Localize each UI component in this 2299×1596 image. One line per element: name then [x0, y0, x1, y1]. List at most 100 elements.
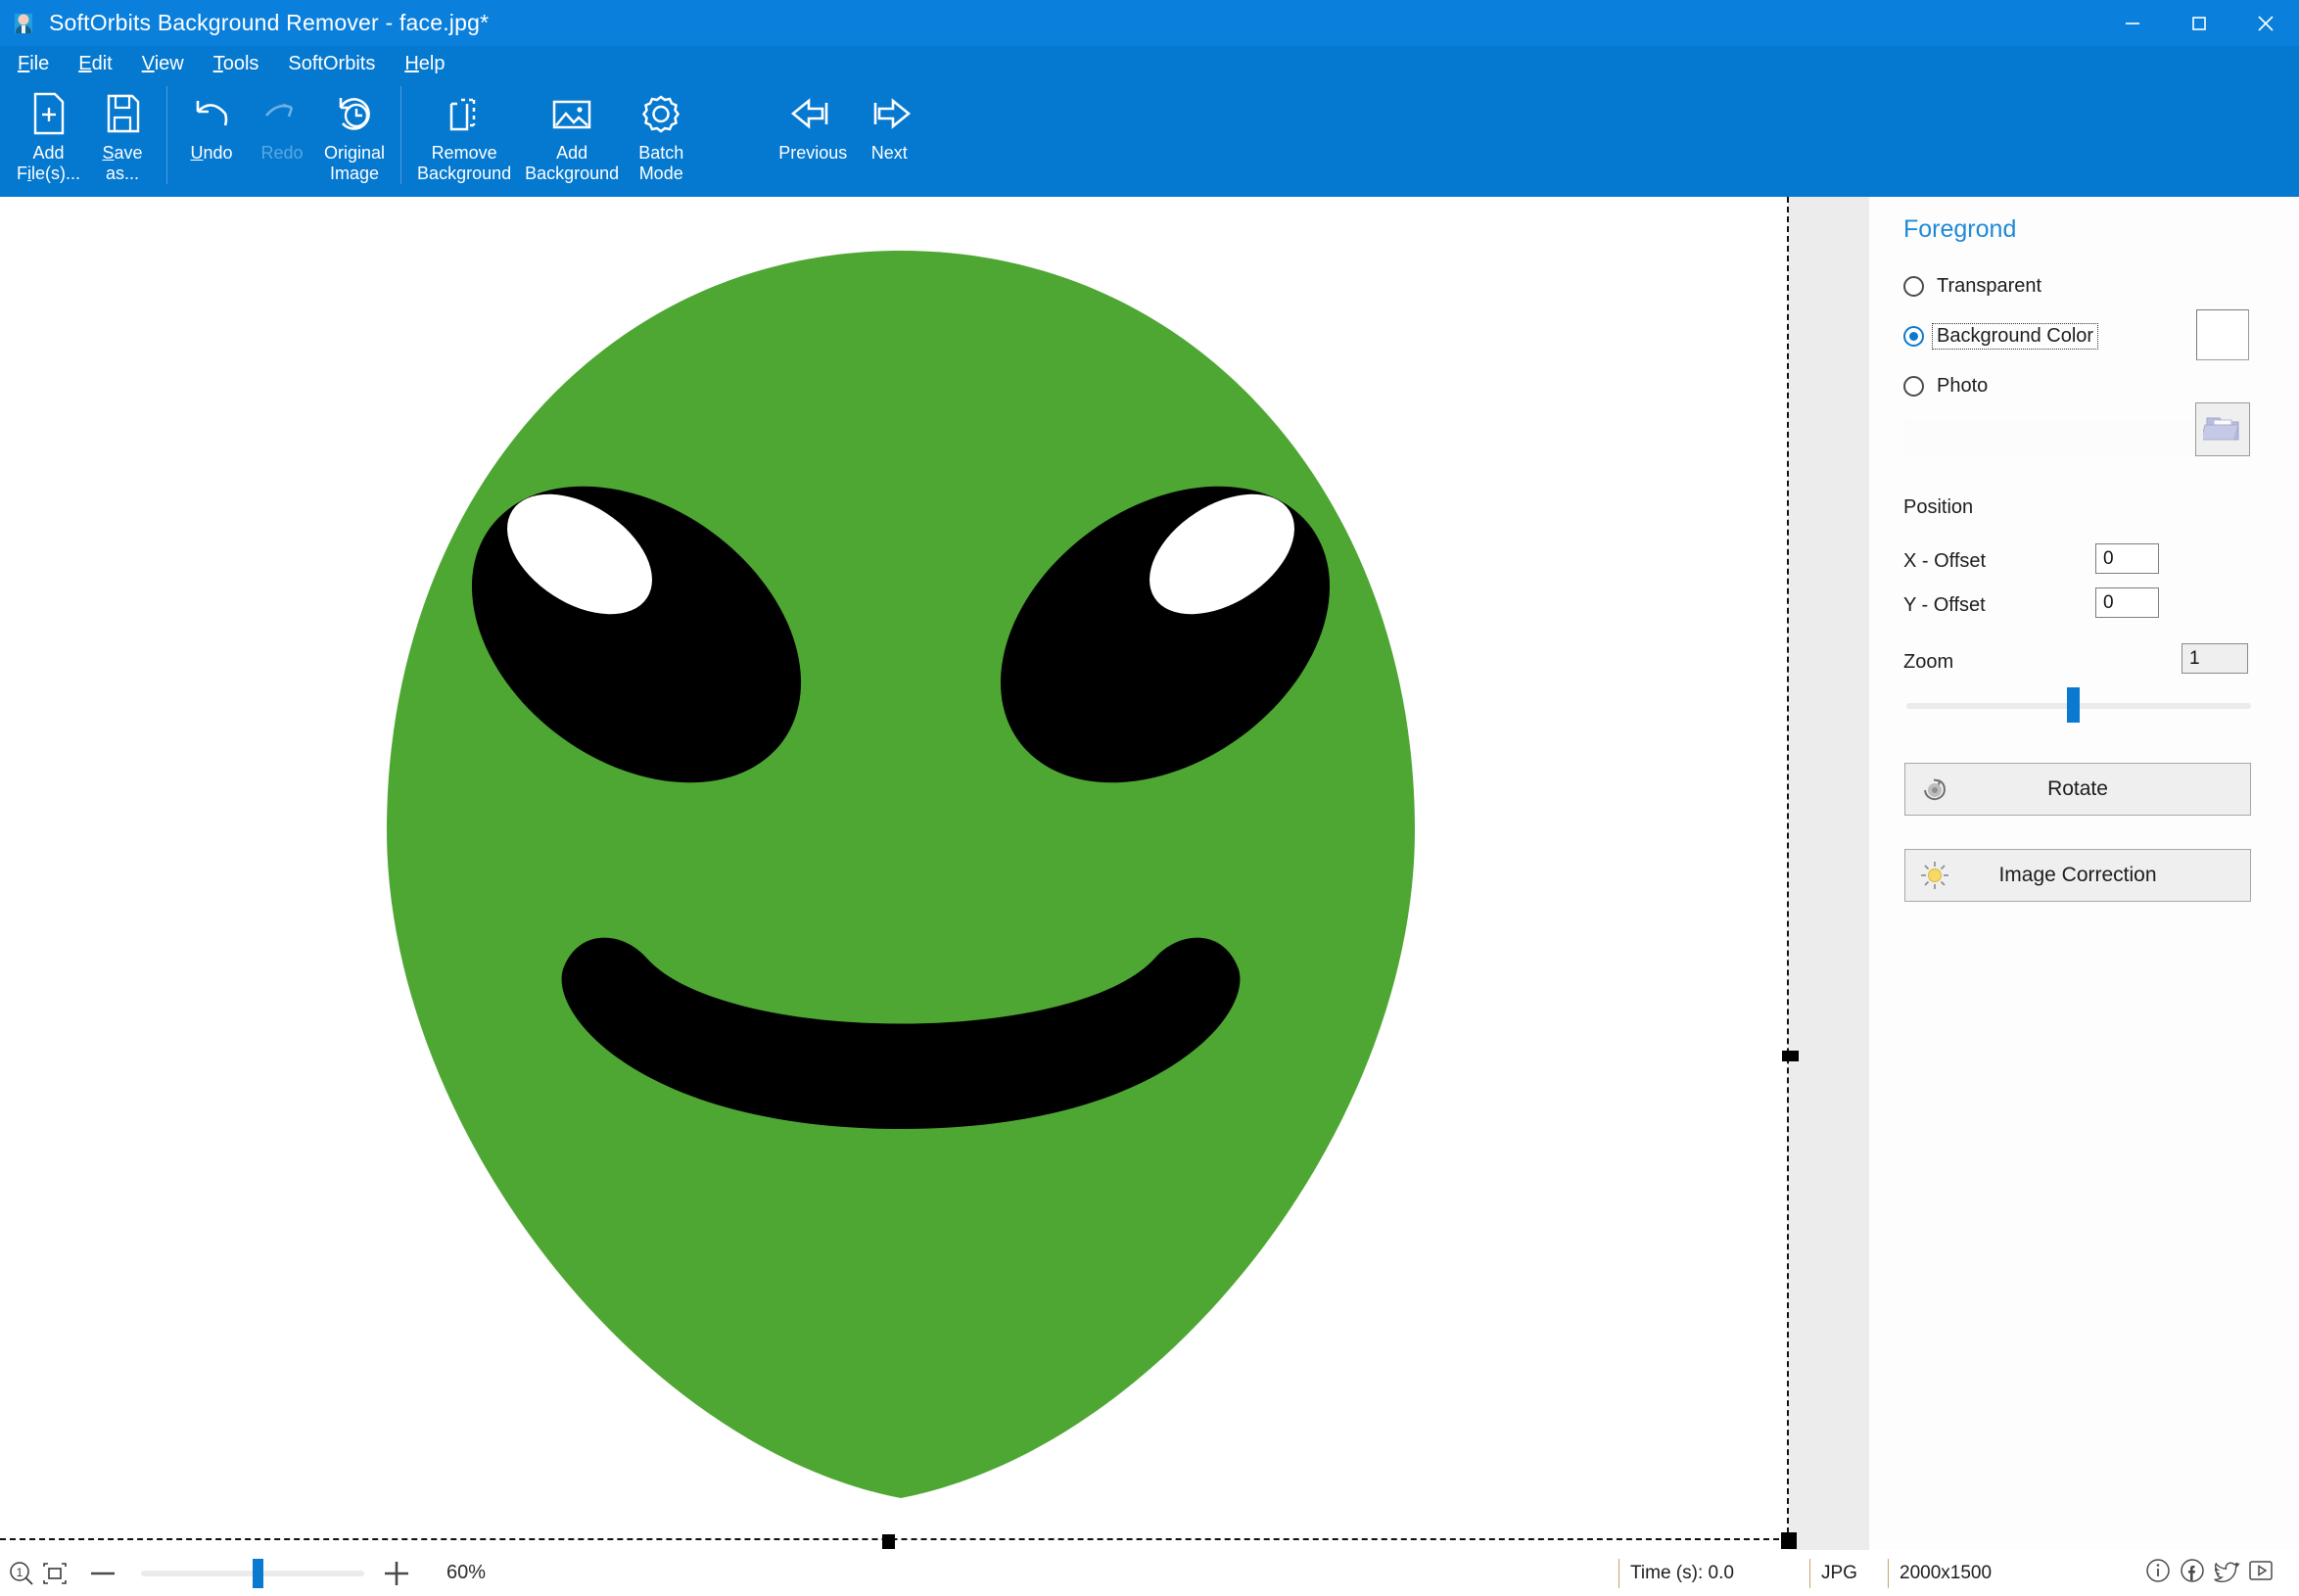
radio-background-color-dot[interactable] [1903, 326, 1924, 347]
window-title: SoftOrbits Background Remover - face.jpg… [49, 10, 490, 35]
arrow-left-icon [785, 88, 840, 139]
undo-button[interactable]: Undo [176, 82, 247, 164]
position-heading: Position [1903, 496, 1974, 518]
save-as-label: Save as... [102, 143, 143, 183]
gear-icon [637, 88, 684, 139]
original-image-label: Original Image [324, 143, 386, 183]
redo-button: Redo [247, 82, 317, 164]
social-links [2142, 1555, 2279, 1591]
menu-file[interactable]: FFileile [18, 53, 49, 75]
window-controls [2099, 0, 2299, 46]
plus-icon[interactable] [380, 1559, 413, 1588]
remove-background-button[interactable]: Remove Background [410, 82, 518, 184]
radio-photo-label: Photo [1937, 375, 1989, 397]
zoom-percent-label: 60% [446, 1562, 487, 1583]
zoom-one-to-one-icon[interactable]: 1 [8, 1560, 35, 1587]
undo-label: Undo [190, 143, 233, 163]
format-label: JPG [1809, 1558, 1888, 1588]
menu-view[interactable]: View [142, 53, 184, 75]
menu-help[interactable]: Help [404, 53, 445, 75]
minimize-icon[interactable] [2099, 0, 2166, 46]
rotate-button[interactable]: Rotate [1904, 763, 2251, 816]
add-files-label: Add File(s)... [17, 143, 81, 183]
batch-mode-button[interactable]: Batch Mode [626, 82, 696, 184]
minus-icon[interactable] [86, 1560, 119, 1587]
save-as-icon [101, 88, 144, 139]
status-bar: 1 60% Time (s): 0.0 JPG 2000x1500 [0, 1550, 2299, 1596]
add-background-label: Add Background [525, 143, 620, 183]
selection-handle-corner[interactable] [1781, 1532, 1797, 1549]
menu-bar: FFileile Edit View Tools SoftOrbits Help [0, 46, 2299, 82]
arrow-right-icon [862, 88, 916, 139]
selection-handle-bottom[interactable] [882, 1534, 895, 1549]
toolbar-separator-3 [705, 86, 707, 184]
selection-handle-right[interactable] [1782, 1051, 1799, 1061]
y-offset-label: Y - Offset [1903, 594, 1986, 616]
brightness-sun-icon [1919, 860, 1950, 891]
image-correction-button[interactable]: Image Correction [1904, 849, 2251, 902]
zoom-label: Zoom [1903, 651, 1954, 673]
zoom-level-slider-thumb[interactable] [253, 1558, 263, 1588]
selection-edge-right[interactable] [1787, 197, 1789, 1543]
menu-edit[interactable]: Edit [78, 53, 112, 75]
twitter-icon[interactable] [2211, 1555, 2245, 1591]
radio-background-color-label: Background Color [1931, 323, 2099, 350]
radio-background-color[interactable]: Background Color [1903, 323, 2099, 350]
browse-photo-button[interactable] [2195, 402, 2250, 456]
youtube-icon[interactable] [2245, 1555, 2279, 1591]
zoom-slider-thumb[interactable] [2067, 687, 2080, 723]
person-bust-icon [11, 11, 36, 36]
radio-transparent[interactable]: Transparent [1903, 275, 2041, 298]
panel-title: Foregrond [1903, 215, 2017, 243]
add-files-button[interactable]: Add File(s)... [10, 82, 87, 184]
green-alien-face [387, 251, 1415, 1498]
redo-arrow-icon [258, 88, 305, 139]
previous-label: Previous [778, 143, 848, 163]
history-clock-icon [331, 88, 378, 139]
image-canvas[interactable] [0, 197, 1868, 1550]
next-label: Next [870, 143, 908, 163]
undo-arrow-icon [188, 88, 235, 139]
rotate-label: Rotate [2047, 777, 2108, 800]
toolbar-separator-2 [400, 86, 402, 184]
zoom-level-slider-track[interactable] [141, 1558, 364, 1588]
radio-transparent-dot[interactable] [1903, 276, 1924, 297]
redo-label: Redo [260, 143, 304, 163]
menu-tools[interactable]: Tools [213, 53, 259, 75]
menu-softorbits[interactable]: SoftOrbits [288, 53, 375, 75]
close-icon[interactable] [2232, 0, 2299, 46]
add-file-icon [27, 88, 70, 139]
title-bar: SoftOrbits Background Remover - face.jpg… [0, 0, 2299, 46]
canvas-outside-area [1788, 197, 1868, 1550]
open-folder-icon [2200, 410, 2242, 448]
maximize-icon[interactable] [2166, 0, 2232, 46]
batch-mode-label: Batch Mode [638, 143, 684, 183]
add-background-button[interactable]: Add Background [518, 82, 626, 184]
radio-transparent-label: Transparent [1937, 275, 2042, 297]
remove-background-label: Remove Background [417, 143, 512, 183]
photo-path-input[interactable] [1904, 422, 2198, 455]
svg-text:1: 1 [17, 1566, 23, 1579]
toolbar: Add File(s)... Save as... Undo Redo Orig… [0, 82, 2299, 197]
info-icon[interactable] [2142, 1555, 2177, 1591]
dimensions-label: 2000x1500 [1888, 1558, 2084, 1588]
save-as-button[interactable]: Save as... [87, 82, 158, 184]
radio-photo-dot[interactable] [1903, 376, 1924, 397]
x-offset-input[interactable]: 0 [2095, 543, 2159, 574]
zoom-value-input[interactable]: 1 [2182, 643, 2248, 674]
previous-button[interactable]: Previous [772, 82, 854, 164]
original-image-button[interactable]: Original Image [317, 82, 392, 184]
y-offset-input[interactable]: 0 [2095, 587, 2159, 618]
radio-photo[interactable]: Photo [1903, 375, 1988, 398]
fit-to-window-icon[interactable] [41, 1560, 69, 1587]
add-background-image-icon [546, 88, 597, 139]
x-offset-label: X - Offset [1903, 550, 1987, 572]
toolbar-separator [166, 86, 168, 184]
remove-background-icon [442, 88, 487, 139]
rotate-icon [1919, 774, 1950, 805]
time-label: Time (s): 0.0 [1619, 1558, 1809, 1588]
background-color-swatch[interactable] [2196, 309, 2249, 360]
facebook-icon[interactable] [2177, 1555, 2211, 1591]
next-button[interactable]: Next [854, 82, 924, 164]
image-correction-label: Image Correction [1998, 864, 2157, 886]
